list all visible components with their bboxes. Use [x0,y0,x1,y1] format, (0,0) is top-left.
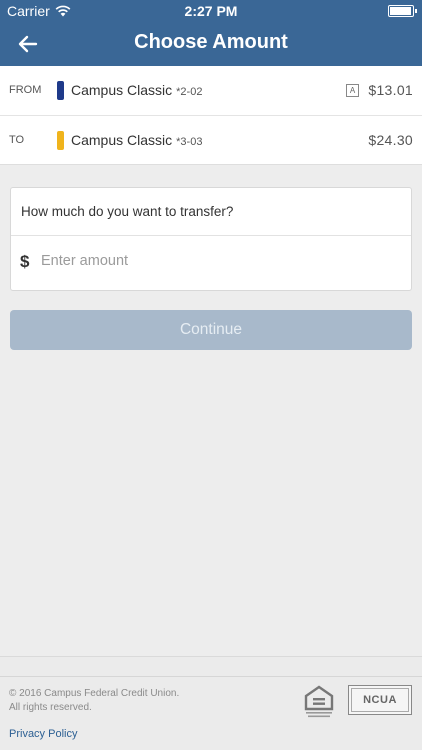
account-balance: $13.01 [368,82,413,98]
transfer-amount-card: How much do you want to transfer? $ [10,187,412,291]
ncua-logo-text: NCUA [363,694,397,706]
navigation-bar: Choose Amount [0,22,422,66]
status-bar: Carrier 2:27 PM [0,0,422,22]
copyright-text: © 2016 Campus Federal Credit Union. All … [9,687,179,715]
equal-housing-lender-icon [304,685,334,718]
account-number: *3-03 [176,136,203,148]
amount-input[interactable] [41,248,401,274]
account-number: *2-02 [176,86,203,98]
to-label: TO [9,134,25,146]
from-account-row[interactable]: FROM Campus Classic *2-02 A $13.01 [0,66,422,115]
account-name: Campus Classic *3-03 [71,132,202,148]
account-summary: FROM Campus Classic *2-02 A $13.01 TO Cam… [0,66,422,165]
battery-icon [388,5,417,17]
continue-button[interactable]: Continue [10,310,412,350]
footer-divider [0,676,422,677]
copyright-line: All rights reserved. [9,702,92,713]
to-account-row[interactable]: TO Campus Classic *3-03 $24.30 [0,115,422,164]
copyright-line: © 2016 Campus Federal Credit Union. [9,688,180,699]
privacy-policy-link[interactable]: Privacy Policy [9,728,77,740]
account-name-text: Campus Classic [71,132,173,148]
footer: © 2016 Campus Federal Credit Union. All … [0,656,422,750]
status-time: 2:27 PM [184,3,238,19]
available-badge: A [346,84,359,97]
ncua-logo: NCUA [348,685,412,715]
account-balance: $24.30 [368,132,413,148]
divider [11,235,411,236]
from-label: FROM [9,84,42,96]
account-color-bar [57,81,64,100]
account-name: Campus Classic *2-02 [71,82,202,98]
account-color-bar [57,131,64,150]
page-title: Choose Amount [134,31,288,53]
transfer-question: How much do you want to transfer? [21,204,234,219]
account-name-text: Campus Classic [71,82,173,98]
currency-symbol: $ [20,252,30,271]
